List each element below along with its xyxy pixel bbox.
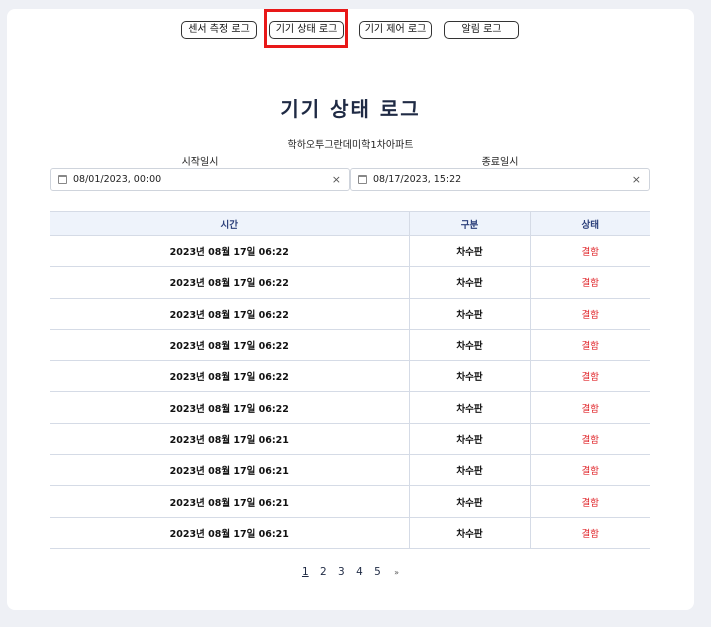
column-header-time: 시간 [50, 211, 409, 236]
table-row: 2023년 08월 17일 06:22 차수판 결함 [50, 266, 650, 299]
cell-status: 결함 [529, 454, 650, 487]
cell-type: 차수판 [408, 235, 530, 268]
cell-type: 차수판 [408, 423, 530, 456]
table-row: 2023년 08월 17일 06:22 차수판 결함 [50, 391, 650, 424]
start-date-value: 08/01/2023, 00:00 [73, 174, 162, 185]
start-date-input[interactable]: 08/01/2023, 00:00 × [50, 168, 350, 191]
end-date-value: 08/17/2023, 15:22 [373, 174, 462, 185]
selected-tab-highlight [264, 9, 348, 48]
cell-status: 결함 [529, 329, 650, 362]
table-row: 2023년 08월 17일 06:22 차수판 결함 [50, 329, 650, 362]
start-date-label: 시작일시 [181, 157, 219, 168]
cell-time: 2023년 08월 17일 06:22 [50, 360, 409, 393]
cell-status: 결함 [529, 485, 650, 518]
cell-time: 2023년 08월 17일 06:21 [50, 454, 409, 487]
page-link-5[interactable]: 5 [374, 566, 381, 578]
table-row: 2023년 08월 17일 06:22 차수판 결함 [50, 235, 650, 268]
end-date-label: 종료일시 [481, 157, 519, 168]
column-header-type: 구분 [408, 211, 530, 236]
table-row: 2023년 08월 17일 06:22 차수판 결함 [50, 360, 650, 393]
cell-type: 차수판 [408, 454, 530, 487]
calendar-icon [58, 175, 67, 184]
tab-alert-log[interactable]: 알림 로그 [444, 21, 519, 39]
clear-icon[interactable]: × [332, 169, 341, 190]
table-row: 2023년 08월 17일 06:22 차수판 결함 [50, 298, 650, 330]
cell-status: 결함 [529, 360, 650, 393]
cell-time: 2023년 08월 17일 06:22 [50, 235, 409, 268]
cell-type: 차수판 [408, 266, 530, 299]
tab-device-control-log[interactable]: 기기 제어 로그 [359, 21, 432, 39]
pagination: 1 2 3 4 5 » [7, 566, 694, 578]
next-page-button[interactable]: » [394, 568, 399, 577]
site-name: 학하오투그란데미학1차아파트 [287, 140, 414, 151]
table-header-row: 시간 구분 상태 [50, 211, 650, 236]
cell-status: 결함 [529, 423, 650, 456]
cell-time: 2023년 08월 17일 06:22 [50, 266, 409, 299]
cell-time: 2023년 08월 17일 06:22 [50, 391, 409, 424]
cell-status: 결함 [529, 235, 650, 268]
cell-time: 2023년 08월 17일 06:22 [50, 329, 409, 362]
table-row: 2023년 08월 17일 06:21 차수판 결함 [50, 423, 650, 456]
cell-time: 2023년 08월 17일 06:21 [50, 517, 409, 549]
cell-time: 2023년 08월 17일 06:21 [50, 423, 409, 456]
cell-time: 2023년 08월 17일 06:21 [50, 485, 409, 518]
cell-status: 결함 [529, 517, 650, 549]
log-tabs: 센서 측정 로그 기기 상태 로그 기기 제어 로그 알림 로그 [7, 21, 694, 39]
cell-time: 2023년 08월 17일 06:22 [50, 298, 409, 330]
page-link-4[interactable]: 4 [356, 566, 363, 578]
cell-type: 차수판 [408, 391, 530, 424]
table-row: 2023년 08월 17일 06:21 차수판 결함 [50, 454, 650, 487]
cell-type: 차수판 [408, 298, 530, 330]
cell-status: 결함 [529, 391, 650, 424]
table-row: 2023년 08월 17일 06:21 차수판 결함 [50, 485, 650, 518]
end-date-input[interactable]: 08/17/2023, 15:22 × [350, 168, 650, 191]
calendar-icon [358, 175, 367, 184]
page-link-2[interactable]: 2 [320, 566, 327, 578]
main-card: 센서 측정 로그 기기 상태 로그 기기 제어 로그 알림 로그 기기 상태 로… [7, 9, 694, 610]
cell-status: 결함 [529, 266, 650, 299]
status-log-table: 시간 구분 상태 2023년 08월 17일 06:22 차수판 결함 2023… [50, 211, 650, 549]
page-link-3[interactable]: 3 [338, 566, 345, 578]
clear-icon[interactable]: × [632, 169, 641, 190]
cell-type: 차수판 [408, 329, 530, 362]
cell-status: 결함 [529, 298, 650, 330]
page-link-1[interactable]: 1 [302, 566, 309, 578]
table-row: 2023년 08월 17일 06:21 차수판 결함 [50, 517, 650, 549]
cell-type: 차수판 [408, 360, 530, 393]
tab-sensor-log[interactable]: 센서 측정 로그 [181, 21, 257, 39]
column-header-status: 상태 [529, 211, 650, 236]
cell-type: 차수판 [408, 485, 530, 518]
cell-type: 차수판 [408, 517, 530, 549]
page-title: 기기 상태 로그 [280, 97, 421, 121]
